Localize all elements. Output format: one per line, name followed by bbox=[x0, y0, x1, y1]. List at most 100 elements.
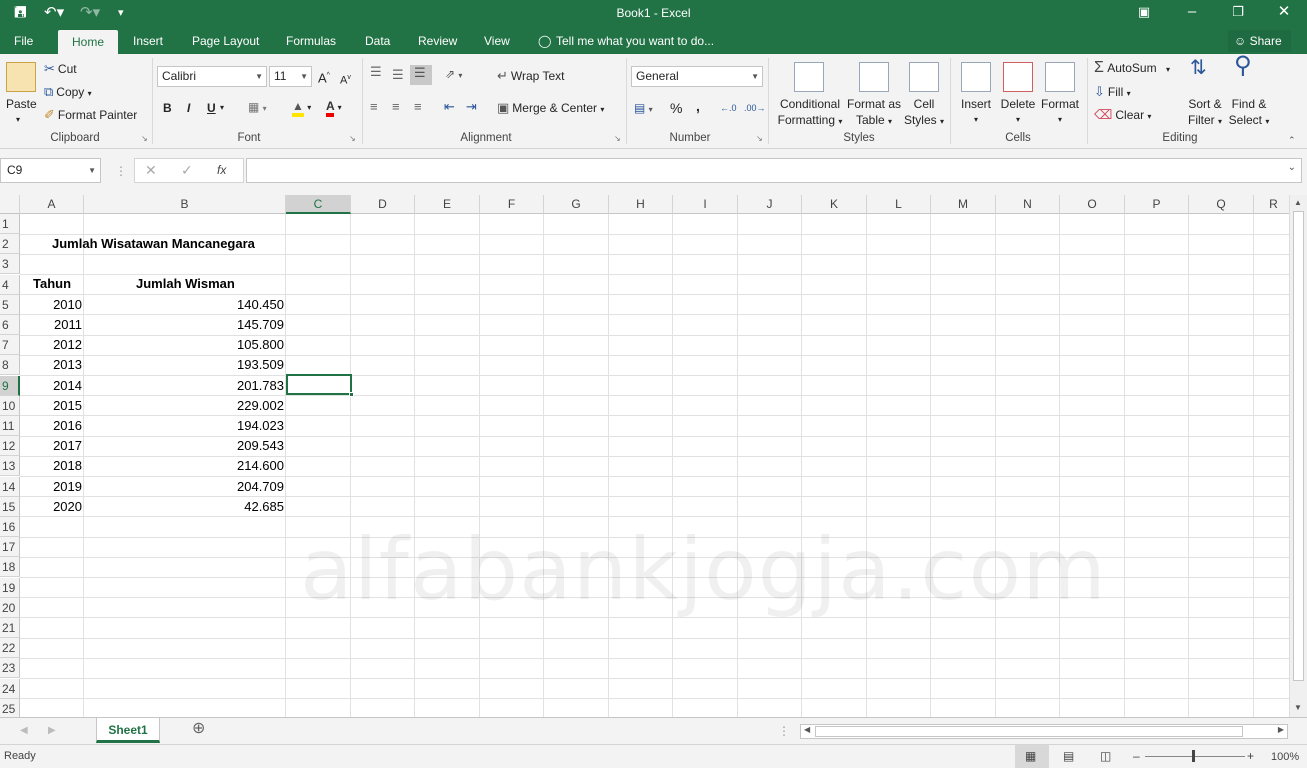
header-year-cell[interactable]: Tahun bbox=[33, 274, 71, 294]
italic-button[interactable]: I bbox=[187, 100, 190, 116]
row-header-15[interactable]: 15 bbox=[0, 496, 20, 517]
sort-filter-icon[interactable]: ⇅ bbox=[1190, 58, 1207, 78]
year-cell[interactable]: 2015 bbox=[20, 396, 82, 416]
visitor-count-cell[interactable]: 229.002 bbox=[84, 396, 284, 416]
zoom-out-icon[interactable]: – bbox=[1133, 748, 1140, 764]
scroll-down-icon[interactable]: ▼ bbox=[1294, 703, 1302, 712]
new-sheet-icon[interactable]: ⊕ bbox=[192, 721, 205, 737]
clear-button[interactable]: ⌫ Clear ▾ bbox=[1094, 107, 1151, 125]
visitor-count-cell[interactable]: 214.600 bbox=[84, 456, 284, 476]
decrease-indent-icon[interactable]: ⇤ bbox=[444, 99, 455, 115]
tab-home[interactable]: Home bbox=[58, 30, 118, 54]
comma-button[interactable]: , bbox=[696, 98, 700, 114]
alignment-launcher-icon[interactable]: ↘ bbox=[614, 134, 621, 143]
grow-font-button[interactable]: A^ bbox=[318, 68, 330, 86]
column-header-p[interactable]: P bbox=[1125, 195, 1189, 214]
copy-button[interactable]: ⧉ Copy ▾ bbox=[44, 84, 92, 102]
visitor-count-cell[interactable]: 105.800 bbox=[84, 335, 284, 355]
increase-indent-icon[interactable]: ⇥ bbox=[466, 99, 477, 115]
paste-dropdown-icon[interactable]: ▾ bbox=[16, 112, 20, 128]
format-cells-button[interactable]: Format ▾ bbox=[1038, 96, 1082, 128]
font-launcher-icon[interactable]: ↘ bbox=[349, 134, 356, 143]
row-header-4[interactable]: 4 bbox=[0, 274, 20, 295]
tab-file[interactable]: File bbox=[14, 33, 33, 49]
share-button[interactable]: ☺ Share bbox=[1228, 30, 1291, 52]
tab-data[interactable]: Data bbox=[365, 33, 390, 49]
find-select-button[interactable]: Find & Select ▾ bbox=[1226, 96, 1272, 130]
row-header-1[interactable]: 1 bbox=[0, 214, 20, 234]
row-header-23[interactable]: 23 bbox=[0, 658, 20, 679]
number-format-select[interactable]: General ▼ bbox=[631, 66, 763, 87]
autosum-button[interactable]: Σ AutoSum ▾ bbox=[1094, 60, 1170, 78]
tab-insert[interactable]: Insert bbox=[133, 33, 163, 49]
minimize-icon[interactable]: – bbox=[1180, 2, 1204, 22]
insert-function-button[interactable]: fx bbox=[217, 162, 226, 178]
column-header-g[interactable]: G bbox=[544, 195, 609, 214]
decrease-decimal-icon[interactable]: .00→ bbox=[744, 100, 766, 116]
insert-cells-icon[interactable] bbox=[961, 62, 991, 92]
align-left-icon[interactable]: ≡ bbox=[370, 99, 378, 115]
magnifier-icon[interactable]: ⚲ bbox=[1234, 54, 1252, 78]
normal-view-icon[interactable]: ▦ bbox=[1025, 748, 1036, 764]
row-header-13[interactable]: 13 bbox=[0, 456, 20, 477]
column-header-d[interactable]: D bbox=[351, 195, 415, 214]
collapse-ribbon-icon[interactable]: ⌃ bbox=[1288, 132, 1296, 148]
scroll-left-icon[interactable]: ◀ bbox=[804, 725, 810, 734]
year-cell[interactable]: 2019 bbox=[20, 477, 82, 497]
currency-icon[interactable]: ▤ ▾ bbox=[634, 100, 653, 118]
row-header-21[interactable]: 21 bbox=[0, 618, 20, 638]
year-cell[interactable]: 2016 bbox=[20, 416, 82, 436]
column-header-c[interactable]: C bbox=[286, 195, 351, 214]
tab-page-layout[interactable]: Page Layout bbox=[192, 33, 259, 49]
row-header-19[interactable]: 19 bbox=[0, 577, 20, 598]
visitor-count-cell[interactable]: 194.023 bbox=[84, 416, 284, 436]
row-header-10[interactable]: 10 bbox=[0, 395, 20, 416]
zoom-in-icon[interactable]: + bbox=[1247, 748, 1254, 764]
row-header-22[interactable]: 22 bbox=[0, 638, 20, 659]
row-header-3[interactable]: 3 bbox=[0, 254, 20, 275]
name-box[interactable]: C9 ▼ bbox=[0, 158, 101, 183]
underline-button[interactable]: U bbox=[207, 100, 216, 116]
cell-styles-icon[interactable] bbox=[909, 62, 939, 92]
tab-formulas[interactable]: Formulas bbox=[286, 33, 336, 49]
clipboard-launcher-icon[interactable]: ↘ bbox=[141, 134, 148, 143]
restore-icon[interactable]: ❐ bbox=[1226, 2, 1250, 22]
percent-button[interactable]: % bbox=[670, 100, 682, 116]
row-header-16[interactable]: 16 bbox=[0, 517, 20, 537]
delete-cells-button[interactable]: Delete ▾ bbox=[996, 96, 1040, 128]
row-header-20[interactable]: 20 bbox=[0, 597, 20, 618]
select-all-corner[interactable] bbox=[0, 195, 20, 214]
insert-cells-button[interactable]: Insert ▾ bbox=[954, 96, 998, 128]
worksheet-grid[interactable]: ABCDEFGHIJKLMNOPQR 1 2 3 4 5 6 7 8 9 10 11 12 13 14 15… bbox=[0, 195, 1289, 717]
visitor-count-cell[interactable]: 204.709 bbox=[84, 477, 284, 497]
cell-styles-button[interactable]: Cell Styles ▾ bbox=[902, 96, 946, 130]
format-as-table-icon[interactable] bbox=[859, 62, 889, 92]
column-header-a[interactable]: A bbox=[20, 195, 84, 214]
font-color-icon[interactable]: A ▾ bbox=[326, 98, 342, 117]
horizontal-scrollbar[interactable]: ◀ ▶ bbox=[800, 724, 1288, 739]
borders-icon[interactable]: ▦ ▾ bbox=[248, 99, 267, 117]
align-middle-icon[interactable]: ☰ bbox=[392, 67, 404, 83]
sheet-tab-sheet1[interactable]: Sheet1 bbox=[96, 718, 160, 743]
number-launcher-icon[interactable]: ↘ bbox=[756, 134, 763, 143]
close-icon[interactable]: ✕ bbox=[1272, 2, 1296, 22]
align-bottom-icon[interactable]: ☰ bbox=[410, 65, 432, 85]
column-header-i[interactable]: I bbox=[673, 195, 738, 214]
scroll-right-icon[interactable]: ▶ bbox=[1278, 725, 1284, 734]
year-cell[interactable]: 2014 bbox=[20, 376, 82, 396]
enter-icon[interactable]: ✓ bbox=[181, 162, 193, 178]
underline-dropdown-icon[interactable]: ▾ bbox=[220, 100, 224, 116]
page-layout-view-icon[interactable]: ▤ bbox=[1063, 748, 1074, 764]
tab-view[interactable]: View bbox=[484, 33, 510, 49]
column-header-k[interactable]: K bbox=[802, 195, 867, 214]
visitor-count-cell[interactable]: 201.783 bbox=[84, 376, 284, 396]
zoom-slider[interactable] bbox=[1145, 756, 1245, 757]
format-as-table-button[interactable]: Format as Table ▾ bbox=[846, 96, 902, 130]
year-cell[interactable]: 2018 bbox=[20, 456, 82, 476]
sort-filter-button[interactable]: Sort & Filter ▾ bbox=[1183, 96, 1227, 130]
year-cell[interactable]: 2012 bbox=[20, 335, 82, 355]
row-header-25[interactable]: 25 bbox=[0, 698, 20, 717]
merge-center-button[interactable]: ▣ Merge & Center ▾ bbox=[497, 100, 604, 118]
column-header-r[interactable]: R bbox=[1254, 195, 1289, 214]
next-sheet-icon[interactable]: ▶ bbox=[48, 723, 56, 739]
